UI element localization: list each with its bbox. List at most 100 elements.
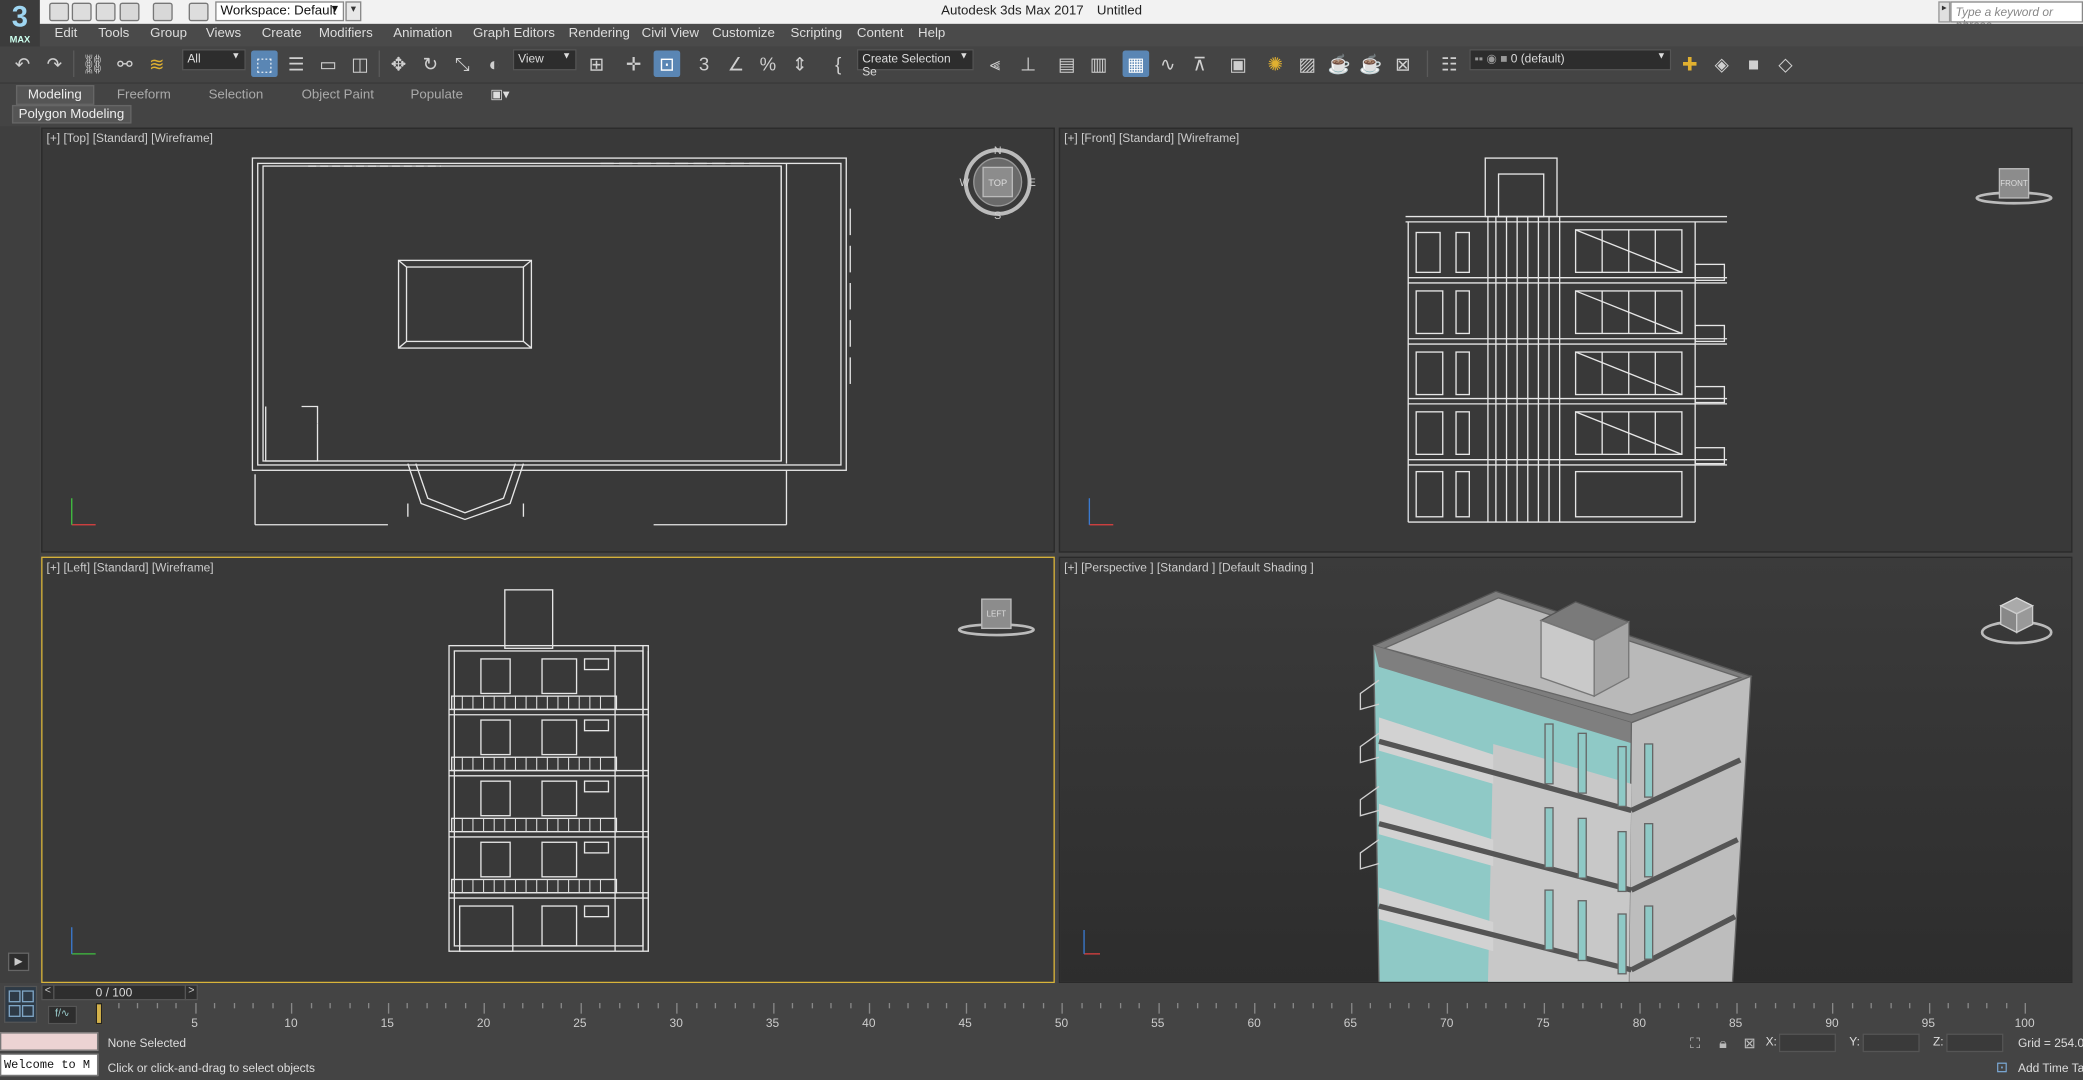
menu-item-edit[interactable]: Edit (54, 27, 77, 42)
axis-tripod (71, 498, 96, 526)
expand-viewport-layout-icon[interactable]: ▶ (7, 952, 30, 972)
align-icon[interactable]: ⊥ (1015, 50, 1042, 77)
menu-item-modifiers[interactable]: Modifiers (319, 27, 373, 42)
selection-lock-icon[interactable]: 🔒︎ (1714, 1035, 1733, 1054)
layer-manager-icon[interactable]: ☷ (1436, 50, 1463, 77)
isolate-selection-icon[interactable]: ⛶ (1686, 1035, 1705, 1054)
track-tick (522, 1003, 524, 1009)
track-frame-label: 30 (669, 1016, 683, 1030)
tab-selection[interactable]: Selection (209, 88, 264, 103)
percent-snap-icon[interactable]: % (755, 50, 782, 77)
viewport-layout-tab[interactable] (3, 985, 38, 1023)
menu-item-graph-editors[interactable]: Graph Editors (473, 27, 555, 42)
snaps-toggle-icon[interactable]: 3 (691, 50, 718, 77)
scene-explorer-icon[interactable]: ▤ (1054, 50, 1081, 77)
tab-modeling[interactable]: Modeling (15, 85, 94, 105)
menu-item-animation[interactable]: Animation (393, 27, 452, 42)
create-new-layer-icon[interactable]: ✚ (1677, 50, 1704, 77)
menu-item-customize[interactable]: Customize (712, 27, 775, 42)
z-coord-field[interactable] (1946, 1033, 2004, 1053)
x-coord-field[interactable] (1778, 1033, 1836, 1053)
tab-object-paint[interactable]: Object Paint (302, 88, 374, 103)
menu-item-scripting[interactable]: Scripting (790, 27, 842, 42)
add-time-tag-label[interactable]: Add Time Tag (2018, 1061, 2083, 1074)
reference-coordinate-dropdown[interactable]: View ▼ (512, 49, 577, 71)
link-icon[interactable]: ⛓ (80, 50, 107, 77)
selection-filter-dropdown[interactable]: All ▼ (182, 49, 246, 71)
unlink-icon[interactable]: ⚯ (112, 50, 139, 77)
menu-item-create[interactable]: Create (262, 27, 302, 42)
menu-item-group[interactable]: Group (150, 27, 187, 42)
viewport-front[interactable]: [+] [Front] [Standard] [Wireframe] FRONT (1058, 127, 2073, 553)
named-selection-dropdown[interactable]: Create Selection Se ▼ (856, 49, 974, 78)
render-iterative-icon[interactable]: ☕ (1358, 50, 1385, 77)
layer-stack-icon[interactable]: ◈ (1708, 50, 1735, 77)
maxscript-mini-listener[interactable] (0, 1032, 99, 1051)
layer-dropdown[interactable]: ▪▪ ◉ ■ 0 (default) ▼ (1469, 49, 1672, 71)
menu-item-civil-view[interactable]: Civil View (642, 27, 699, 42)
rendered-frame-window-icon[interactable]: ▨ (1294, 50, 1321, 77)
previous-frame-button[interactable]: < (43, 984, 55, 1001)
material-editor-icon[interactable]: ▣ (1225, 50, 1252, 77)
ribbon-options-icon[interactable]: ▣▾ (490, 88, 509, 103)
keyboard-shortcut-override-icon[interactable]: ⊡ (653, 50, 681, 78)
polygon-modeling-panel[interactable]: Polygon Modeling (11, 104, 131, 124)
viewcube-perspective[interactable] (1980, 597, 2053, 645)
toggle-ribbon-icon[interactable]: ▦ (1122, 50, 1150, 78)
placement-icon[interactable]: ◐ (481, 50, 508, 77)
render-setup-icon[interactable]: ✺ (1262, 50, 1289, 77)
menu-item-views[interactable]: Views (206, 27, 241, 42)
edit-named-selections-icon[interactable]: { (825, 50, 852, 77)
tab-populate[interactable]: Populate (411, 88, 463, 103)
move-icon[interactable]: ✥ (385, 50, 412, 77)
bind-space-warp-icon[interactable]: ≋ (143, 50, 170, 77)
window-crossing-icon[interactable]: ◫ (347, 50, 374, 77)
schematic-view-icon[interactable]: ⊼ (1186, 50, 1213, 77)
layer-options-icon[interactable]: ◇ (1772, 50, 1799, 77)
viewport-left[interactable]: [+] [Left] [Standard] [Wireframe] LEFT (41, 556, 1055, 984)
next-frame-button[interactable]: > (184, 984, 197, 1001)
add-time-tag-icon[interactable]: ⊡ (1993, 1059, 2012, 1078)
maxscript-listener-input[interactable]: Welcome to M (0, 1053, 99, 1077)
viewcube-left[interactable]: LEFT (957, 598, 1035, 637)
select-manipulate-icon[interactable]: ✛ (620, 50, 647, 77)
rotate-icon[interactable]: ↻ (417, 50, 444, 77)
viewcube-compass[interactable]: TOP N E S W (959, 145, 1035, 222)
scale-icon[interactable]: ⤡ (449, 50, 476, 77)
track-tick (445, 1003, 447, 1009)
select-object-icon[interactable]: ⬚ (251, 50, 278, 78)
spinner-snap-icon[interactable]: ⇕ (786, 50, 813, 77)
track-tick (965, 1003, 967, 1014)
curve-editor-icon[interactable]: ∿ (1154, 50, 1181, 77)
pivot-center-icon[interactable]: ⊞ (583, 50, 610, 77)
viewport-perspective[interactable]: [+] [Perspective ] [Standard ] [Default … (1058, 556, 2073, 984)
layer-explorer-icon[interactable]: ▥ (1085, 50, 1112, 77)
undo-icon[interactable]: ↶ (9, 50, 36, 77)
rectangular-selection-icon[interactable]: ▭ (315, 50, 342, 77)
y-coord-field[interactable] (1862, 1033, 1920, 1053)
select-by-name-icon[interactable]: ☰ (283, 50, 310, 77)
render-production-icon[interactable]: ☕ (1326, 50, 1353, 77)
redo-icon[interactable]: ↷ (41, 50, 68, 77)
menu-item-rendering[interactable]: Rendering (569, 27, 630, 42)
track-tick (753, 1003, 755, 1009)
viewcube-front[interactable]: FRONT (1975, 168, 2053, 205)
menu-item-content[interactable]: Content (857, 27, 904, 42)
render-in-cloud-icon[interactable]: ⊠ (1390, 50, 1417, 77)
add-to-layer-icon[interactable]: ■ (1740, 50, 1767, 77)
mini-curve-editor-icon[interactable]: f/∿ (47, 1005, 78, 1025)
listener-text: Welcome to M (3, 1058, 91, 1073)
time-scrubber[interactable] (95, 1003, 103, 1025)
tab-freeform[interactable]: Freeform (117, 88, 171, 103)
absolute-mode-icon[interactable]: ⊠ (1740, 1035, 1759, 1054)
menu-item-tools[interactable]: Tools (98, 27, 129, 42)
menu-item-help[interactable]: Help (918, 27, 945, 42)
track-bar[interactable]: 5 10 15 20 25 30 35 40 45 50 55 60 65 70 75 80 85 90 95 100 (88, 1003, 2036, 1030)
mirror-icon[interactable]: ⫷ (982, 50, 1009, 77)
search-input[interactable]: Type a keyword or phrase (1950, 1, 2083, 32)
search-expand-button[interactable]: ▸ (1938, 1, 1951, 23)
angle-snap-icon[interactable]: ∠ (723, 50, 750, 77)
time-slider[interactable]: < 0 / 100 > (41, 984, 198, 1001)
track-tick (1774, 1003, 1776, 1009)
viewport-top[interactable]: [+] [Top] [Standard] [Wireframe] TOP N E… (41, 127, 1055, 553)
